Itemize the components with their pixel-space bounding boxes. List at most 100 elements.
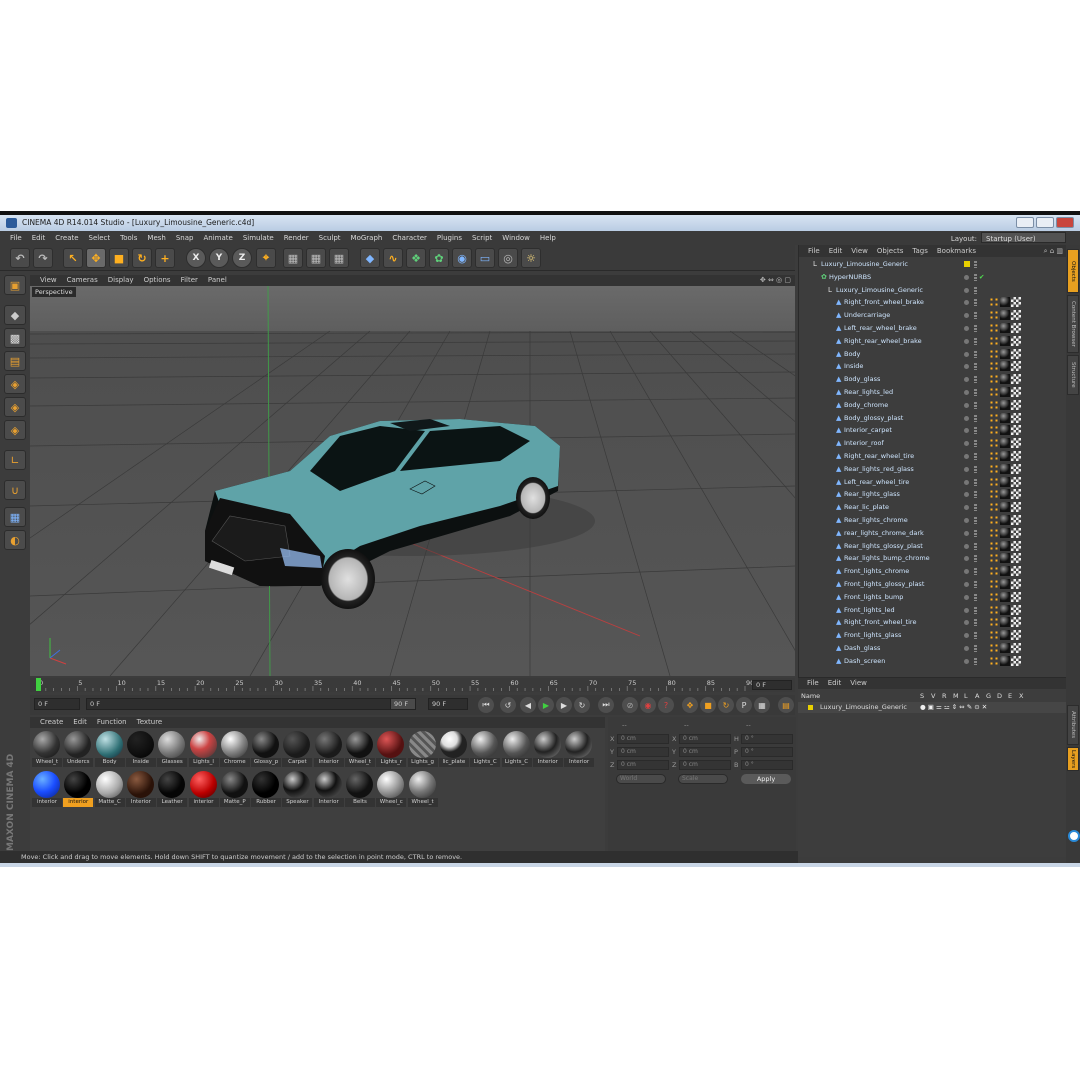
- tab-attributes[interactable]: Attributes: [1067, 705, 1079, 745]
- render-dot-icon[interactable]: [974, 350, 977, 358]
- material-tag-icon[interactable]: [1000, 335, 1010, 346]
- menu-plugins[interactable]: Plugins: [437, 234, 462, 242]
- play-icon[interactable]: ▶: [538, 697, 554, 713]
- uvw-tag-icon[interactable]: [1011, 591, 1021, 602]
- redo-icon[interactable]: ↷: [33, 248, 53, 268]
- material-swatch[interactable]: Wheel_c: [376, 770, 407, 808]
- visibility-dot-icon[interactable]: [964, 466, 969, 472]
- tab-layers[interactable]: Layers: [1067, 747, 1079, 771]
- material-swatch[interactable]: Speaker: [282, 770, 313, 808]
- attr-menu-edit[interactable]: Edit: [828, 679, 842, 687]
- object-row[interactable]: ▲ Left_rear_wheel_tire: [799, 476, 1061, 489]
- phong-tag-icon[interactable]: [989, 489, 999, 500]
- uvw-tag-icon[interactable]: [1011, 425, 1021, 436]
- visibility-dot-icon[interactable]: [964, 594, 969, 600]
- phong-tag-icon[interactable]: [989, 643, 999, 653]
- visibility-dot-icon[interactable]: [964, 569, 969, 575]
- material-swatch[interactable]: Belts: [345, 770, 375, 808]
- record-keys-icon[interactable]: ⊘: [622, 697, 638, 713]
- object-row[interactable]: ▲ Rear_lights_chrome: [799, 514, 1061, 527]
- material-tag-icon[interactable]: [1000, 476, 1010, 487]
- object-row[interactable]: ▲ Right_rear_wheel_tire: [799, 450, 1061, 463]
- render-dot-icon[interactable]: [974, 453, 977, 460]
- nurbs-icon[interactable]: ❖: [406, 248, 426, 268]
- material-swatch[interactable]: Interior: [125, 770, 156, 808]
- material-swatch[interactable]: Wheel_t: [407, 770, 438, 808]
- material-tag-icon[interactable]: [1000, 655, 1010, 666]
- menu-render[interactable]: Render: [284, 234, 309, 242]
- object-row[interactable]: ▲ Rear_lights_led: [799, 386, 1061, 399]
- visibility-dot-icon[interactable]: [964, 620, 969, 626]
- phong-tag-icon[interactable]: [989, 502, 999, 513]
- coord-scale-dropdown[interactable]: Scale: [678, 774, 728, 784]
- material-swatch[interactable]: Glasses: [157, 730, 188, 768]
- visibility-dot-icon[interactable]: [964, 287, 969, 293]
- object-menu-edit[interactable]: Edit: [829, 247, 843, 255]
- render-dot-icon[interactable]: [974, 325, 977, 332]
- material-tag-icon[interactable]: [1000, 323, 1010, 333]
- render-dot-icon[interactable]: [974, 517, 977, 524]
- visibility-dot-icon[interactable]: [964, 377, 969, 383]
- uvw-tag-icon[interactable]: [1011, 463, 1021, 474]
- viewport-menu-options[interactable]: Options: [144, 276, 171, 284]
- object-row[interactable]: ▲ Interior_roof: [799, 437, 1061, 450]
- object-row[interactable]: ▲ Inside: [799, 360, 1061, 373]
- menu-character[interactable]: Character: [392, 234, 427, 242]
- scale-tool-icon[interactable]: ■: [109, 248, 129, 268]
- uvw-tag-icon[interactable]: [1011, 297, 1021, 308]
- material-swatch[interactable]: Lights_l: [188, 730, 219, 768]
- phong-tag-icon[interactable]: [989, 591, 999, 602]
- phong-tag-icon[interactable]: [989, 361, 999, 372]
- enabled-check-icon[interactable]: ✔: [979, 271, 984, 284]
- object-menu-bookmarks[interactable]: Bookmarks: [937, 247, 976, 255]
- camera-icon[interactable]: ◎: [498, 248, 518, 268]
- cube-primitive-icon[interactable]: ◆: [360, 248, 380, 268]
- render-dot-icon[interactable]: [974, 389, 977, 396]
- coord-pos-field[interactable]: 0 cm: [617, 760, 669, 770]
- object-row[interactable]: ▲ Right_front_wheel_tire: [799, 616, 1061, 629]
- select-tool-icon[interactable]: ↖: [63, 248, 83, 268]
- viewport-menu-panel[interactable]: Panel: [208, 276, 227, 284]
- phong-tag-icon[interactable]: [989, 399, 999, 410]
- uvw-tag-icon[interactable]: [1011, 374, 1021, 385]
- object-row[interactable]: ▲ Undercarriage: [799, 309, 1061, 322]
- axis-mode-icon[interactable]: ∟: [4, 450, 26, 470]
- material-swatch[interactable]: Glossy_p: [251, 730, 282, 768]
- material-menu-create[interactable]: Create: [40, 718, 63, 726]
- material-tag-icon[interactable]: [1000, 425, 1010, 436]
- material-tag-icon[interactable]: [1000, 566, 1010, 577]
- visibility-dot-icon[interactable]: [964, 402, 969, 408]
- visibility-dot-icon[interactable]: [964, 518, 969, 523]
- points-mode-icon[interactable]: ◈: [4, 374, 26, 394]
- render-dot-icon[interactable]: [974, 312, 977, 320]
- object-row[interactable]: L Luxury_Limousine_Generic: [799, 284, 1061, 297]
- material-tag-icon[interactable]: [1000, 310, 1010, 321]
- go-to-end-icon[interactable]: ⏭: [598, 697, 614, 713]
- autokey-icon[interactable]: ◉: [640, 697, 656, 713]
- material-tag-icon[interactable]: [1000, 361, 1010, 372]
- render-view-icon[interactable]: ▦: [283, 248, 303, 268]
- coord-size-field[interactable]: 0 cm: [679, 760, 731, 770]
- material-tag-icon[interactable]: [1000, 502, 1010, 513]
- material-tag-icon[interactable]: [1000, 630, 1010, 641]
- material-tag-icon[interactable]: [1000, 463, 1010, 474]
- solo-mode-icon[interactable]: ◐: [4, 530, 26, 550]
- render-dot-icon[interactable]: [974, 376, 977, 384]
- tab-objects[interactable]: Objects: [1067, 249, 1079, 293]
- viewport-menu-view[interactable]: View: [40, 276, 57, 284]
- material-tag-icon[interactable]: [1000, 387, 1010, 397]
- 3d-viewport[interactable]: Perspective: [30, 286, 795, 676]
- phong-tag-icon[interactable]: [989, 348, 999, 359]
- object-row[interactable]: ▲ Rear_lights_glossy_plast: [799, 540, 1061, 553]
- uvw-tag-icon[interactable]: [1011, 438, 1021, 449]
- uvw-tag-icon[interactable]: [1011, 399, 1021, 410]
- object-row[interactable]: ▲ Front_lights_glossy_plast: [799, 578, 1061, 591]
- uvw-tag-icon[interactable]: [1011, 335, 1021, 346]
- render-picture-viewer-icon[interactable]: ▦: [306, 248, 326, 268]
- visibility-dot-icon[interactable]: [964, 364, 969, 370]
- material-swatch[interactable]: interior: [63, 770, 94, 808]
- material-swatch[interactable]: Interior: [564, 730, 595, 768]
- visibility-dot-icon[interactable]: [964, 415, 969, 421]
- phong-tag-icon[interactable]: [989, 515, 999, 525]
- material-tag-icon[interactable]: [1000, 438, 1010, 449]
